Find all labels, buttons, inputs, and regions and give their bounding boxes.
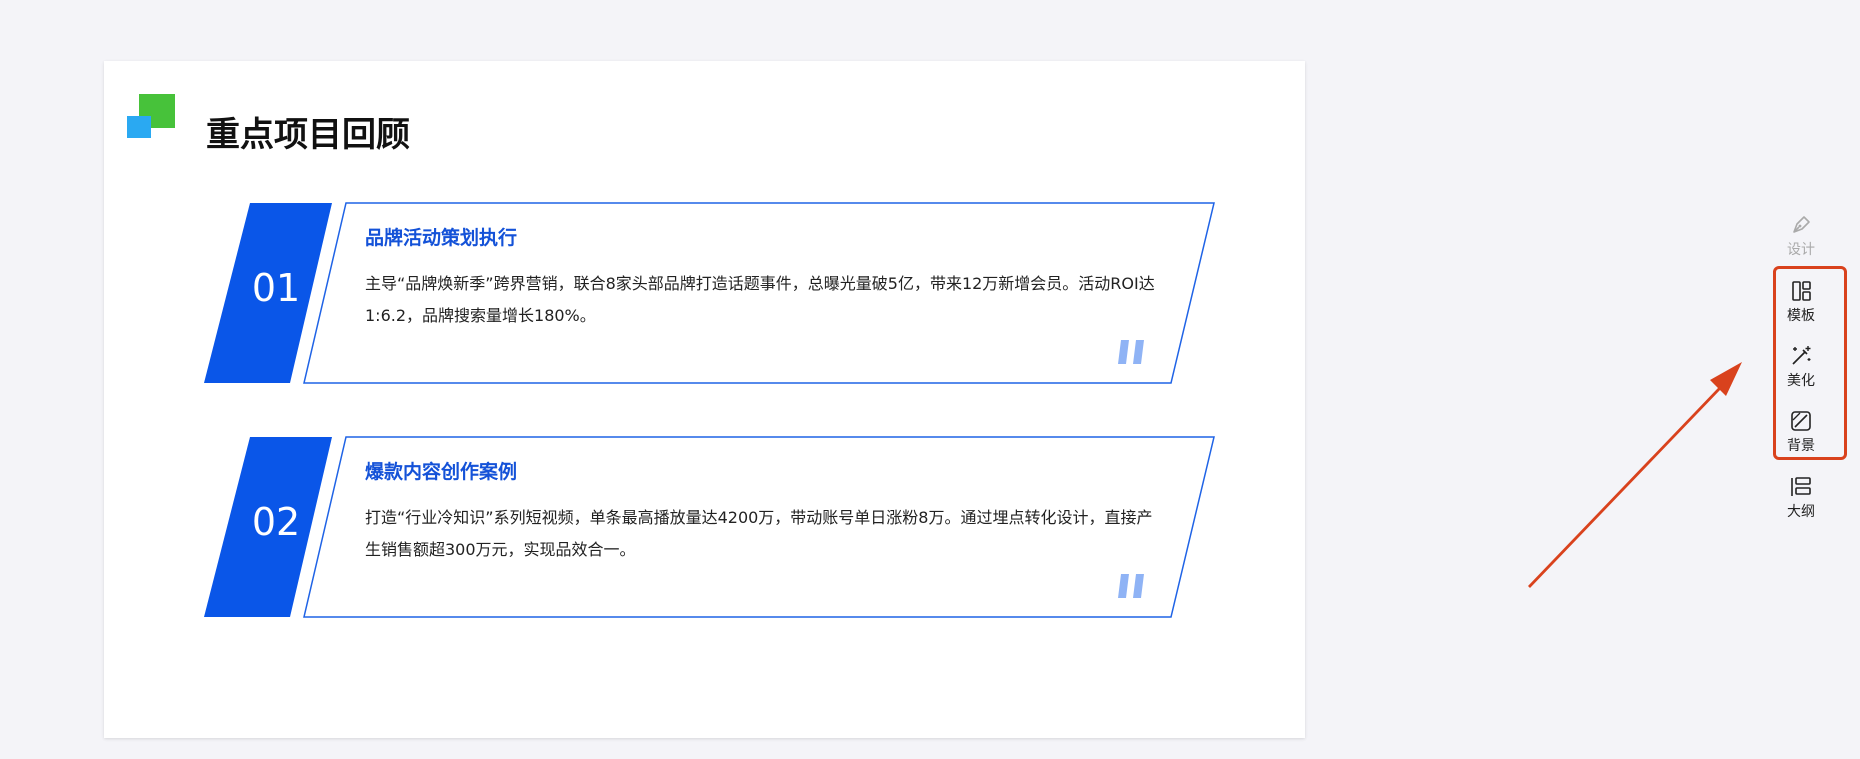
- quote-mark-icon: [1118, 574, 1144, 598]
- beautify-tool-label: 美化: [1787, 373, 1815, 389]
- template-tool-label: 模板: [1787, 308, 1815, 324]
- project-heading[interactable]: 爆款内容创作案例: [365, 457, 517, 484]
- outline-tool-label: 大纲: [1787, 504, 1815, 520]
- magic-wand-icon: [1792, 346, 1811, 365]
- project-number: 01: [251, 266, 301, 310]
- outline-list-icon: [1791, 477, 1811, 496]
- project-heading[interactable]: 品牌活动策划执行: [365, 223, 517, 250]
- slide-title[interactable]: 重点项目回顾: [206, 107, 410, 156]
- pen-icon: [1793, 216, 1810, 233]
- project-card[interactable]: 01 品牌活动策划执行 主导“品牌焕新季”跨界营销，联合8家头部品牌打造话题事件…: [204, 202, 1215, 384]
- annotation-arrow: [1528, 362, 1742, 588]
- project-number: 02: [251, 500, 301, 544]
- editor-workspace: 重点项目回顾 01 品牌活动策划执行 主导“品牌焕新季”跨界营销，联合8家头部品…: [0, 0, 1860, 759]
- design-tool-button[interactable]: 设计: [1766, 212, 1836, 268]
- project-description[interactable]: 打造“行业冷知识”系列短视频，单条最高播放量达4200万，带动账号单日涨粉8万。…: [365, 502, 1155, 566]
- quote-mark-icon: [1118, 340, 1144, 364]
- background-tool-button[interactable]: 背景: [1766, 408, 1836, 464]
- layout-grid-icon: [1792, 281, 1811, 301]
- logo-blue-square: [127, 116, 151, 138]
- slide-canvas[interactable]: 重点项目回顾 01 品牌活动策划执行 主导“品牌焕新季”跨界营销，联合8家头部品…: [104, 61, 1305, 738]
- background-tool-label: 背景: [1787, 438, 1815, 454]
- beautify-tool-button[interactable]: 美化: [1766, 343, 1836, 399]
- outline-tool-button[interactable]: 大纲: [1766, 474, 1836, 530]
- project-card[interactable]: 02 爆款内容创作案例 打造“行业冷知识”系列短视频，单条最高播放量达4200万…: [204, 436, 1215, 618]
- project-description[interactable]: 主导“品牌焕新季”跨界营销，联合8家头部品牌打造话题事件，总曝光量破5亿，带来1…: [365, 268, 1155, 332]
- background-slash-icon: [1791, 411, 1811, 431]
- design-tool-label: 设计: [1787, 242, 1815, 258]
- template-tool-button[interactable]: 模板: [1766, 278, 1836, 334]
